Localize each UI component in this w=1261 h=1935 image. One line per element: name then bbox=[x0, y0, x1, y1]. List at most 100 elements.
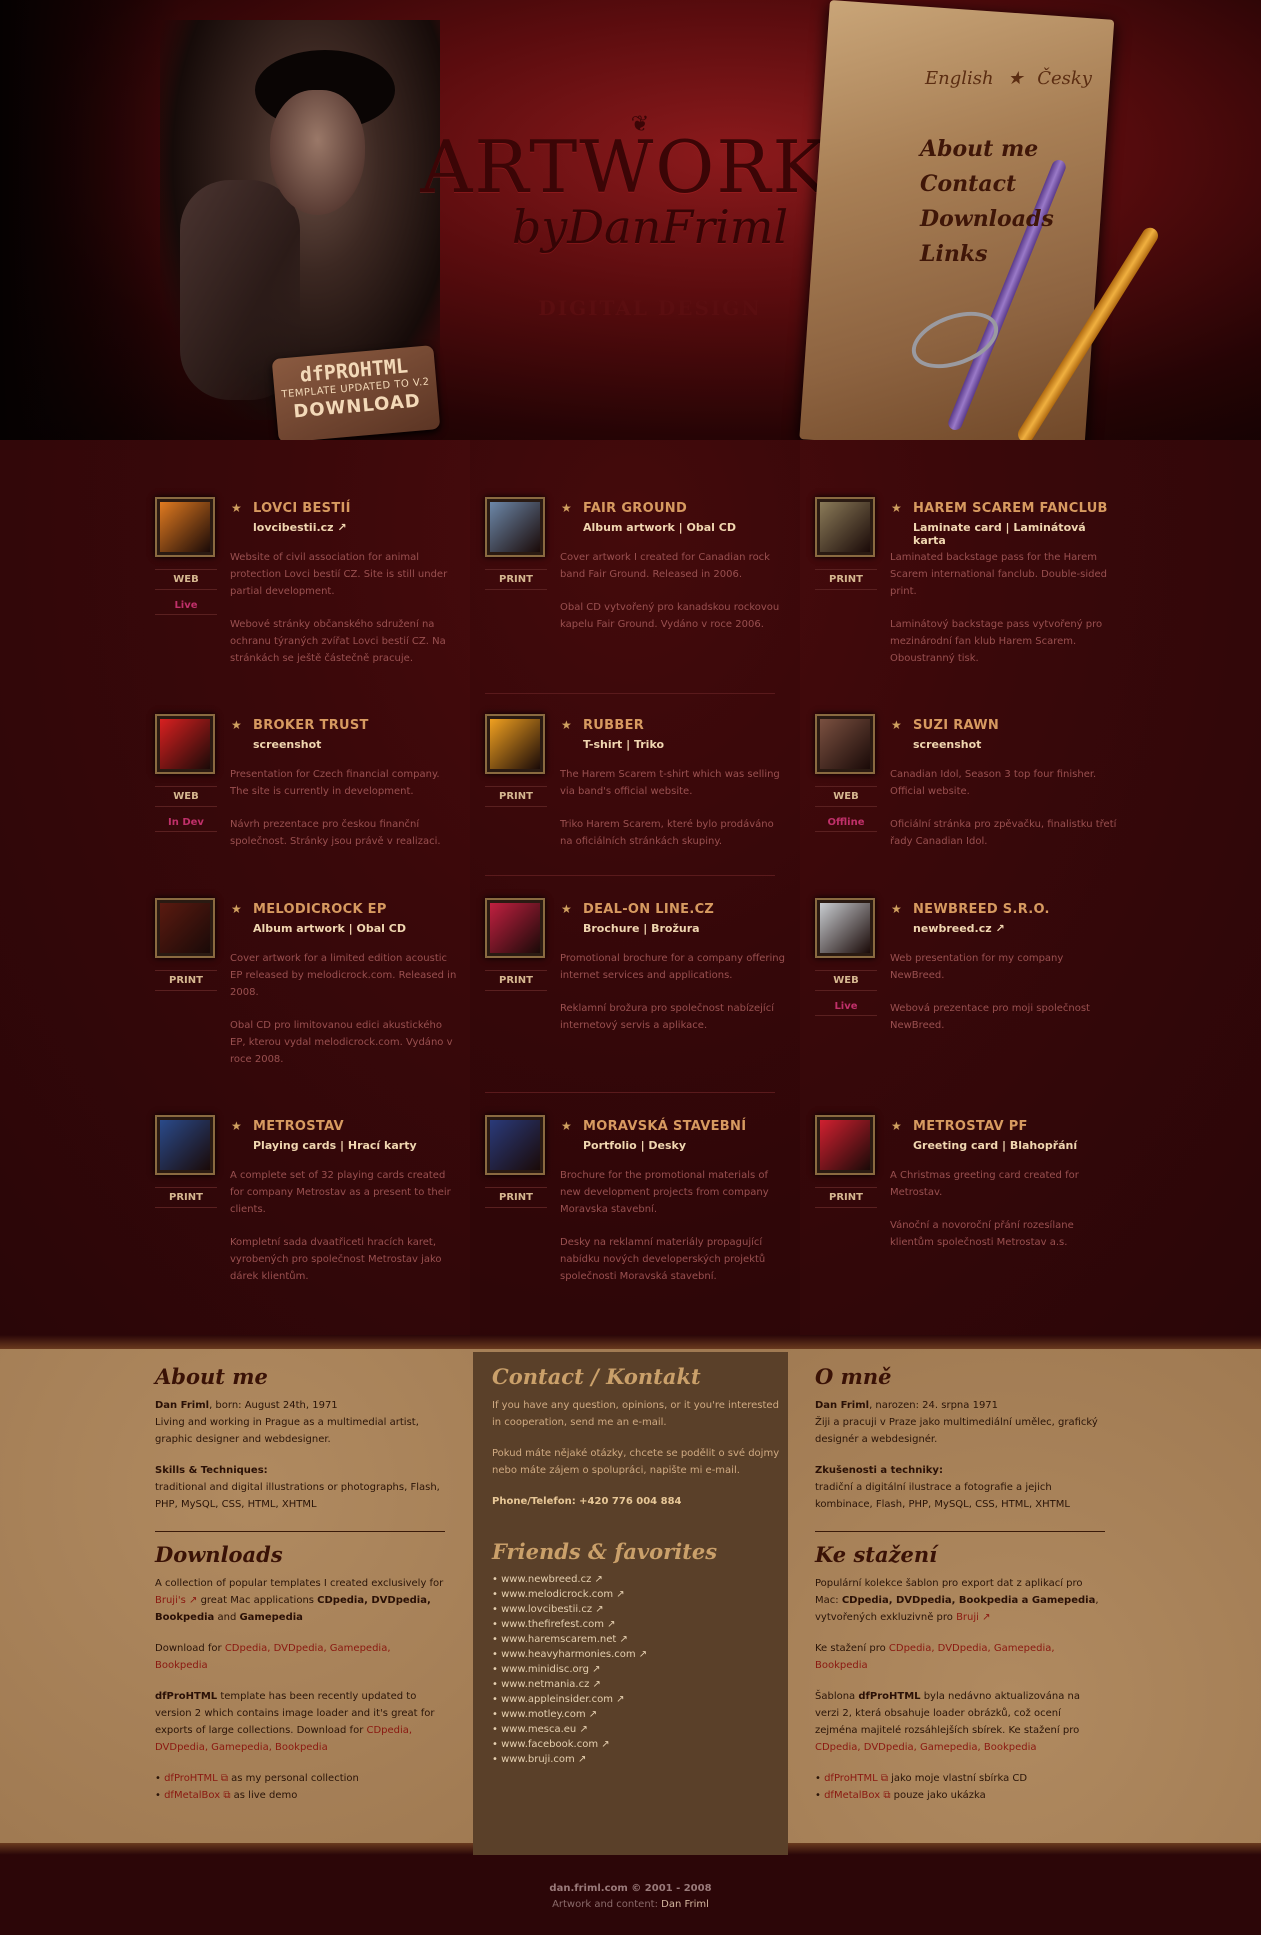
friend-link[interactable]: www.haremscarem.net ↗ bbox=[492, 1632, 782, 1647]
portfolio-title[interactable]: DEAL-ON LINE.CZ bbox=[583, 902, 714, 917]
download-links-v2-cz[interactable]: CDpedia, DVDpedia, Gamepedia, Bookpedia bbox=[815, 1742, 1037, 1753]
portfolio-thumbnail[interactable] bbox=[155, 714, 215, 774]
portfolio-description: Presentation for Czech financial company… bbox=[230, 769, 441, 847]
category-label: PRINT bbox=[485, 1187, 547, 1208]
friend-link[interactable]: www.minidisc.org ↗ bbox=[492, 1662, 782, 1677]
download-tag-button[interactable]: dfPROHTML TEMPLATE UPDATED TO V.2 DOWNLO… bbox=[271, 345, 441, 443]
bruji-link-cz[interactable]: Bruji ↗ bbox=[956, 1612, 990, 1623]
dfprohtml-link[interactable]: dfProHTML ⧉ bbox=[164, 1773, 228, 1784]
portfolio-thumbnail[interactable] bbox=[155, 1115, 215, 1175]
portfolio-subtitle: screenshot bbox=[253, 738, 322, 751]
site-logo[interactable]: ARTWORKS bbox=[420, 125, 880, 209]
friend-link[interactable]: www.facebook.com ↗ bbox=[492, 1737, 782, 1752]
dfprohtml-link-cz[interactable]: dfProHTML ⧉ bbox=[824, 1773, 888, 1784]
portfolio-thumbnail[interactable] bbox=[485, 898, 545, 958]
contact-title: Contact / Kontakt bbox=[492, 1364, 701, 1389]
friend-link[interactable]: www.netmania.cz ↗ bbox=[492, 1677, 782, 1692]
portfolio-thumbnail[interactable] bbox=[155, 898, 215, 958]
portfolio-thumbnail[interactable] bbox=[485, 497, 545, 557]
portfolio-description: Promotional brochure for a company offer… bbox=[560, 953, 785, 1031]
portfolio-title[interactable]: SUZI RAWN bbox=[913, 718, 999, 733]
star-icon: ★ bbox=[1007, 68, 1024, 89]
portfolio-thumbnail[interactable] bbox=[815, 1115, 875, 1175]
category-label: WEB bbox=[815, 786, 877, 807]
portfolio-subtitle[interactable]: lovcibestii.cz ↗ bbox=[253, 521, 347, 534]
category-label: PRINT bbox=[815, 1187, 877, 1208]
portrait-icon bbox=[820, 719, 870, 769]
portfolio-subtitle: screenshot bbox=[913, 738, 982, 751]
friend-link[interactable]: www.motley.com ↗ bbox=[492, 1707, 782, 1722]
lang-czech-link[interactable]: Česky bbox=[1037, 68, 1092, 89]
mask-icon bbox=[490, 502, 540, 552]
language-switcher: English ★ Česky bbox=[925, 68, 1092, 89]
nav-contact[interactable]: Contact bbox=[920, 167, 1054, 202]
dfmetalbox-link-cz[interactable]: dfMetalBox ⧉ bbox=[824, 1790, 890, 1801]
portfolio-thumbnail[interactable] bbox=[815, 714, 875, 774]
portfolio-description: A Christmas greeting card created for Me… bbox=[890, 1170, 1079, 1248]
friend-link[interactable]: www.mesca.eu ↗ bbox=[492, 1722, 782, 1737]
portfolio-subtitle: Album artwork | Obal CD bbox=[583, 521, 736, 534]
portfolio-subtitle: Greeting card | Blahopřání bbox=[913, 1139, 1078, 1152]
portfolio-title[interactable]: FAIR GROUND bbox=[583, 501, 687, 516]
friend-link[interactable]: www.heavyharmonies.com ↗ bbox=[492, 1647, 782, 1662]
category-label: WEB bbox=[155, 569, 217, 590]
nav-downloads[interactable]: Downloads bbox=[920, 202, 1054, 237]
portfolio-thumbnail[interactable] bbox=[485, 714, 545, 774]
footer: dan.friml.com © 2001 - 2008 Artwork and … bbox=[0, 1855, 1261, 1935]
portfolio-title[interactable]: NEWBREED S.R.O. bbox=[913, 902, 1050, 917]
portfolio-title[interactable]: BROKER TRUST bbox=[253, 718, 369, 733]
friend-link[interactable]: www.lovcibestii.cz ↗ bbox=[492, 1602, 782, 1617]
portfolio-title[interactable]: HAREM SCAREM FANCLUB bbox=[913, 501, 1108, 516]
figure-icon bbox=[820, 903, 870, 953]
portfolio-title[interactable]: MELODICROCK EP bbox=[253, 902, 387, 917]
portfolio-thumbnail[interactable] bbox=[815, 898, 875, 958]
friend-link[interactable]: www.newbreed.cz ↗ bbox=[492, 1572, 782, 1587]
portfolio-subtitle[interactable]: newbreed.cz ↗ bbox=[913, 922, 1005, 935]
lang-english-link[interactable]: English bbox=[925, 68, 994, 89]
portfolio-title[interactable]: RUBBER bbox=[583, 718, 644, 733]
portfolio-title[interactable]: LOVCI BESTIÍ bbox=[253, 501, 351, 516]
category-label: PRINT bbox=[155, 1187, 217, 1208]
friend-link[interactable]: www.melodicrock.com ↗ bbox=[492, 1587, 782, 1602]
star-icon: ★ bbox=[891, 501, 902, 515]
friends-title: Friends & favorites bbox=[492, 1539, 718, 1564]
category-label: PRINT bbox=[485, 786, 547, 807]
portfolio-description: A complete set of 32 playing cards creat… bbox=[230, 1170, 451, 1282]
friend-link[interactable]: www.thefirefest.com ↗ bbox=[492, 1617, 782, 1632]
portfolio-thumbnail[interactable] bbox=[815, 497, 875, 557]
star-icon: ★ bbox=[231, 718, 242, 732]
star-icon: ★ bbox=[561, 902, 572, 916]
star-icon: ★ bbox=[891, 718, 902, 732]
page: ❦ ARTWORKS byDanFriml DIGITAL DESIGN dfP… bbox=[0, 0, 1261, 1935]
bruji-link[interactable]: Bruji's ↗ bbox=[155, 1595, 197, 1606]
portfolio-description: Web presentation for my company NewBreed… bbox=[890, 953, 1090, 1031]
portfolio-title[interactable]: METROSTAV bbox=[253, 1119, 344, 1134]
portfolio-subtitle: Playing cards | Hrací karty bbox=[253, 1139, 417, 1152]
portfolio-thumbnail[interactable] bbox=[155, 497, 215, 557]
greeting-card-icon bbox=[820, 1120, 870, 1170]
portfolio-title[interactable]: MORAVSKÁ STAVEBNÍ bbox=[583, 1119, 746, 1134]
portfolio-subtitle: T-shirt | Triko bbox=[583, 738, 665, 751]
star-icon: ★ bbox=[561, 501, 572, 515]
friend-link[interactable]: www.appleinsider.com ↗ bbox=[492, 1692, 782, 1707]
nav-links[interactable]: Links bbox=[920, 237, 1054, 272]
omne-column: O mně Dan Friml, narozen: 24. srpna 1971… bbox=[815, 1366, 1105, 1804]
portfolio-subtitle: Brochure | Brožura bbox=[583, 922, 700, 935]
portfolio-icon bbox=[490, 1120, 540, 1170]
author-link[interactable]: Dan Friml bbox=[661, 1899, 709, 1910]
friend-link[interactable]: www.bruji.com ↗ bbox=[492, 1752, 782, 1767]
phone-number: Phone/Telefon: +420 776 004 884 bbox=[492, 1496, 682, 1507]
downloads-title: Downloads bbox=[155, 1542, 283, 1567]
portfolio-description: Website of civil association for animal … bbox=[230, 552, 448, 664]
status-badge: Live bbox=[155, 597, 217, 615]
category-label: PRINT bbox=[485, 569, 547, 590]
dfmetalbox-link[interactable]: dfMetalBox ⧉ bbox=[164, 1790, 230, 1801]
nav-about-me[interactable]: About me bbox=[920, 132, 1054, 167]
portfolio-description: Laminated backstage pass for the Harem S… bbox=[890, 552, 1107, 664]
portfolio-title[interactable]: METROSTAV PF bbox=[913, 1119, 1028, 1134]
brochure-icon bbox=[490, 903, 540, 953]
portfolio-thumbnail[interactable] bbox=[485, 1115, 545, 1175]
category-label: WEB bbox=[815, 970, 877, 991]
main-nav: About me Contact Downloads Links bbox=[920, 132, 1054, 272]
status-badge: In Dev bbox=[155, 814, 217, 832]
